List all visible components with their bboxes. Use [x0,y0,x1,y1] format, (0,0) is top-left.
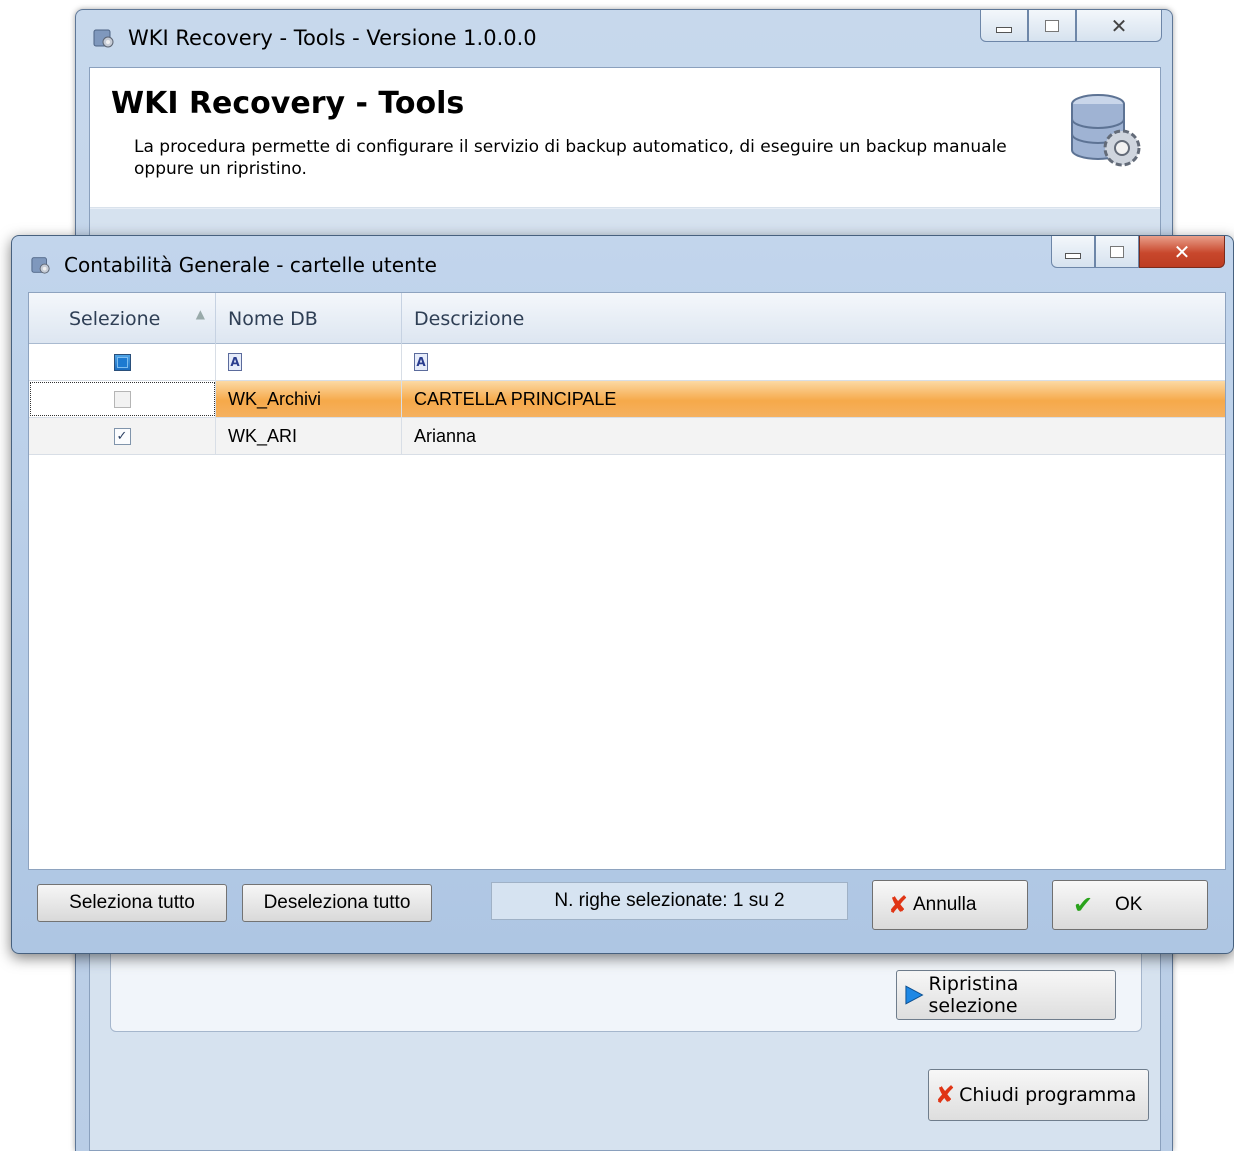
database-gear-icon [1071,94,1141,167]
main-header: WKI Recovery - Tools La procedura permet… [90,68,1160,208]
description-cell: Arianna [414,425,477,446]
maximize-icon [1110,245,1124,258]
main-window-caption-buttons: ✕ [980,10,1162,44]
app-icon [93,29,114,48]
minimize-icon [996,26,1012,33]
column-header-selection[interactable]: Selezione ▲ [29,293,216,344]
red-x-icon: ✘ [935,1081,956,1109]
table-row[interactable]: WK_Archivi CARTELLA PRINCIPALE [29,381,1225,418]
minimize-button[interactable] [980,10,1028,42]
green-check-icon: ✔ [1072,891,1094,919]
maximize-button[interactable] [1028,10,1076,42]
dialog-title: Contabilità Generale - cartelle utente [64,253,437,277]
header-description: La procedura permette di configurare il … [134,137,1007,179]
red-x-icon: ✘ [887,891,909,919]
close-icon: ✕ [1173,239,1191,264]
ok-label: OK [1115,894,1143,915]
deselect-all-button[interactable]: Deseleziona tutto [242,884,432,922]
cancel-button[interactable]: ✘ Annulla [872,880,1028,930]
description-cell: CARTELLA PRINCIPALE [414,388,617,409]
table-row[interactable]: ✓ WK_ARI Arianna [29,418,1225,455]
grid-header: Selezione ▲ Nome DB Descrizione [29,293,1225,344]
column-header-description[interactable]: Descrizione [402,293,1225,344]
dialog-caption-buttons: ✕ [1051,236,1225,270]
column-header-db-name[interactable]: Nome DB [216,293,402,344]
sort-ascending-icon: ▲ [195,307,205,321]
dialog-maximize-button[interactable] [1095,236,1139,268]
dialog-minimize-button[interactable] [1051,236,1095,268]
filter-db-name-icon[interactable]: A [228,353,242,371]
ok-button[interactable]: ✔ OK [1052,880,1208,930]
header-title: WKI Recovery - Tools [111,86,465,121]
minimize-icon [1065,252,1081,259]
cancel-label: Annulla [913,894,977,915]
maximize-icon [1045,19,1059,32]
restore-selection-button[interactable]: Ripristina selezione [896,970,1116,1020]
selected-rows-status: N. righe selezionate: 1 su 2 [491,882,848,920]
close-program-button[interactable]: ✘ Chiudi programma [928,1069,1149,1121]
filter-description-icon[interactable]: A [414,353,428,371]
restore-selection-label: Ripristina selezione [928,973,1019,1017]
folders-grid: Selezione ▲ Nome DB Descrizione A A WK_A… [28,292,1226,870]
main-window-title: WKI Recovery - Tools - Versione 1.0.0.0 [128,26,537,50]
filter-selection-checkbox[interactable] [113,353,131,371]
play-arrow-icon [905,985,924,1005]
dialog-titlebar[interactable]: Contabilità Generale - cartelle utente [12,236,1233,290]
dialog-close-button[interactable]: ✕ [1139,236,1225,268]
row-checkbox[interactable]: ✓ [113,427,131,445]
filter-row: A A [29,344,1225,381]
db-name-cell: WK_ARI [216,418,402,454]
user-folders-dialog: Contabilità Generale - cartelle utente ✕… [11,235,1234,954]
row-checkbox[interactable] [113,390,131,408]
close-button[interactable]: ✕ [1076,10,1162,42]
db-name-cell: WK_Archivi [216,381,402,417]
close-icon: ✕ [1110,13,1128,38]
select-all-button[interactable]: Seleziona tutto [37,884,227,922]
close-program-label: Chiudi programma [959,1084,1137,1106]
dialog-app-icon [31,257,50,274]
